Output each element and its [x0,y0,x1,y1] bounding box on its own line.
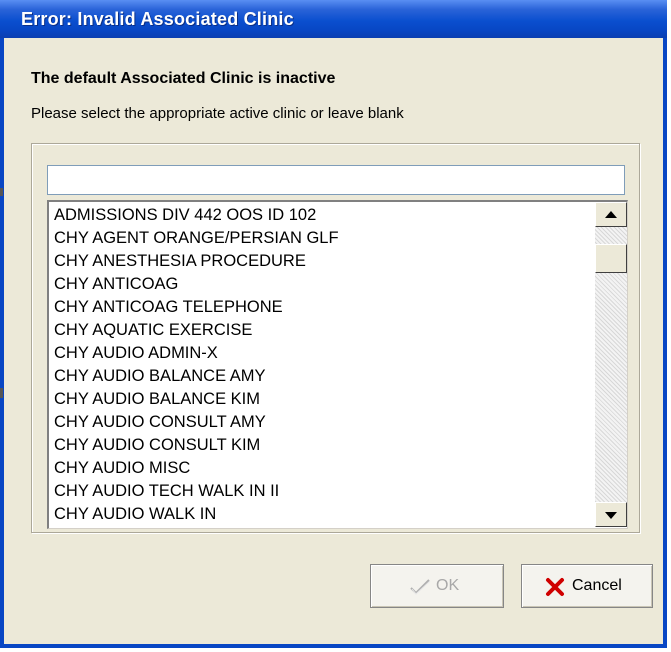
clinic-list-item[interactable]: ADMISSIONS DIV 442 OOS ID 102 [54,204,594,227]
scroll-down-button[interactable] [595,502,627,527]
clinic-list-item[interactable]: CHY AUDIO BALANCE KIM [54,388,594,411]
arrow-up-icon [605,211,617,218]
ok-button[interactable]: OK [370,564,504,608]
clinic-search-input[interactable] [47,165,625,195]
clinic-list-item[interactable]: CHY AQUATIC EXERCISE [54,319,594,342]
clinic-list-item[interactable]: CHY AUDIO BALANCE AMY [54,365,594,388]
edge-artifact [0,388,3,398]
window-title: Error: Invalid Associated Clinic [21,9,294,29]
vertical-scrollbar[interactable] [595,202,627,527]
ok-button-label: OK [436,577,460,594]
window-frame-left [0,38,4,648]
scroll-up-button[interactable] [595,202,627,227]
clinic-list-item[interactable]: CHY AUDIO ADMIN-X [54,342,594,365]
dialog-window: Error: Invalid Associated Clinic The def… [0,0,667,648]
clinic-list-item[interactable]: CHY ANTICOAG TELEPHONE [54,296,594,319]
clinic-list-item[interactable]: CHY AGENT ORANGE/PERSIAN GLF [54,227,594,250]
clinic-list-item[interactable]: CHY AUDIO TECH WALK IN II [54,480,594,503]
checkmark-icon [410,579,431,595]
clinic-list-item[interactable]: CHY ANTICOAG [54,273,594,296]
clinic-list-item[interactable]: CHY ANESTHESIA PROCEDURE [54,250,594,273]
message-instruction: Please select the appropriate active cli… [31,105,404,122]
clinic-list-items: ADMISSIONS DIV 442 OOS ID 102 CHY AGENT O… [54,204,594,526]
clinic-list-item[interactable]: CHY AUDIO WALK IN [54,503,594,526]
message-heading: The default Associated Clinic is inactiv… [31,70,336,87]
edge-artifact [0,188,3,196]
clinic-list-item[interactable]: CHY AUDIO MISC [54,457,594,480]
clinic-listbox[interactable]: ADMISSIONS DIV 442 OOS ID 102 CHY AGENT O… [47,200,628,529]
cancel-button[interactable]: Cancel [521,564,653,608]
title-bar[interactable]: Error: Invalid Associated Clinic [0,0,667,38]
scroll-thumb[interactable] [595,244,627,273]
window-frame-right [663,38,667,648]
window-frame-bottom [0,644,667,648]
clinic-list-item[interactable]: CHY AUDIO CONSULT AMY [54,411,594,434]
red-x-icon [546,578,564,596]
clinic-list-item[interactable]: CHY AUDIO CONSULT KIM [54,434,594,457]
cancel-button-label: Cancel [572,577,622,594]
arrow-down-icon [605,512,617,519]
